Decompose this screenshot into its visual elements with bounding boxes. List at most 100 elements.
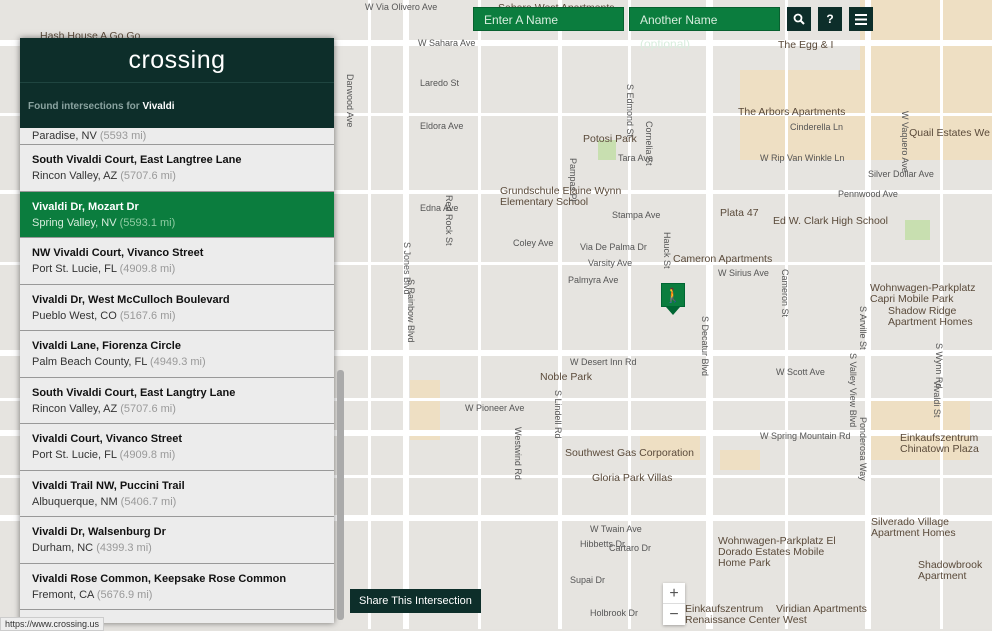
list-item[interactable]: Vivaldi Rose Common, Keepsake Rose Commo… <box>20 563 334 610</box>
map-street-label: S Lindell Rd <box>553 390 563 439</box>
map-label: Silverado Village Apartment Homes <box>871 516 956 539</box>
street <box>368 0 371 629</box>
map-label: Einkaufszentrum Chinatown Plaza <box>900 432 979 455</box>
map-label: Cinderella Ln <box>790 122 844 132</box>
second-name-input[interactable]: Another Name (optional) <box>629 7 780 51</box>
name-input[interactable]: Enter A Name <box>473 7 624 31</box>
item-distance: (5406.7 mi) <box>120 495 177 508</box>
map-label: Noble Park <box>540 371 592 383</box>
list-item[interactable]: South Vivaldi Court, East Langtry Lane Ri… <box>20 377 334 424</box>
item-place-line: Fremont, CA (5676.9 mi) <box>32 589 322 601</box>
scrollbar[interactable] <box>337 370 344 620</box>
map-street-label: Hauck St <box>662 232 672 269</box>
item-distance: (4909.8 mi) <box>119 449 176 461</box>
item-title: Vivaldi Trail NW, Puccini Trail <box>32 479 185 492</box>
item-title: Vivaldi Dr, Mozart Dr <box>32 200 139 213</box>
walkers-icon: 🚶 <box>664 287 682 303</box>
item-place-line: Pueblo West, CO (5167.6 mi) <box>32 310 322 322</box>
search-button[interactable] <box>787 7 811 31</box>
menu-icon <box>855 13 867 25</box>
item-title: Vivaldi Rose Common, Keepsake Rose Commo… <box>32 572 287 585</box>
map-street-label: Cameron St <box>780 269 790 318</box>
item-place-line: Rincon Valley, AZ (5707.6 mi) <box>32 170 322 182</box>
map-label: W Sahara Ave <box>418 38 476 48</box>
list-item[interactable]: Vivaldi Lane, Fiorenza Circle Palm Beach … <box>20 331 334 378</box>
help-button[interactable]: ? <box>818 7 842 31</box>
item-place-line: Durham, NC (4399.3 mi) <box>32 542 322 554</box>
map-label: Cartaro Dr <box>609 543 652 553</box>
map-street-label: Ponderosa Way <box>858 417 868 481</box>
map-street-label: W Vaquero Ave <box>900 111 910 173</box>
map-label: Wohnwagen-Parkplatz El Dorado Estates Mo… <box>718 535 836 569</box>
map-street-label: S Decatur Blvd <box>700 316 710 377</box>
map-label: W Spring Mountain Rd <box>760 431 851 441</box>
list-item[interactable]: Vivaldi Trail NW, Puccini Trail Albuquerq… <box>20 470 334 517</box>
item-place: Albuquerque, NM <box>32 495 118 508</box>
map-label: The Egg & I <box>778 39 834 51</box>
map-label: Palmyra Ave <box>568 275 619 285</box>
list-item[interactable]: Vivaldi Court, Vivanco Street Port St. Lu… <box>20 424 334 471</box>
partial-place: Paradise, NV <box>32 130 97 142</box>
map-label: Varsity Ave <box>588 258 633 268</box>
item-place-line: Spring Valley, NV (5593.1 mi) <box>32 217 322 229</box>
item-place: Rincon Valley, AZ <box>32 170 118 182</box>
map-street-label: S Rainbow Blvd <box>406 279 416 343</box>
map-label: W Sirius Ave <box>718 268 769 278</box>
logo[interactable]: crossing <box>20 38 334 83</box>
map-label: Supai Dr <box>570 575 606 585</box>
item-place: Palm Beach County, FL <box>32 356 147 368</box>
partial-distance: (5593 mi) <box>99 130 147 142</box>
results-list: South Vivaldi Court, East Langtree Lane R… <box>20 145 334 610</box>
item-distance: (5707.6 mi) <box>120 402 176 415</box>
map-street-label: S Arville St <box>858 306 868 350</box>
map-label: Stampa Ave <box>612 210 661 220</box>
map-label: Cameron Apartments <box>673 253 773 265</box>
map-street-label: Pampas Pl <box>568 158 578 202</box>
menu-button[interactable] <box>849 7 873 31</box>
list-item-partial[interactable]: Paradise, NV (5593 mi) <box>20 128 334 145</box>
item-place: Fremont, CA <box>32 588 94 601</box>
share-intersection-button[interactable]: Share This Intersection <box>350 589 481 613</box>
zoom-out-button[interactable]: − <box>663 604 685 625</box>
item-title: Vivaldi Dr, West McCulloch Boulevard <box>32 293 230 306</box>
zoom-in-button[interactable]: + <box>663 583 685 604</box>
map-label: W Desert Inn Rd <box>570 357 637 367</box>
item-place-line: Albuquerque, NM (5406.7 mi) <box>32 496 322 508</box>
zoom-control: + − <box>663 583 685 625</box>
map-label: Einkaufszentrum Renaissance Center West <box>685 603 807 626</box>
street <box>478 0 481 629</box>
item-distance: (5707.6 mi) <box>120 170 176 182</box>
item-distance: (5676.9 mi) <box>96 588 153 601</box>
street <box>706 0 713 629</box>
map-label: Ed W. Clark High School <box>773 215 888 227</box>
item-distance: (5167.6 mi) <box>119 309 176 322</box>
list-item[interactable]: South Vivaldi Court, East Langtree Lane R… <box>20 145 334 192</box>
item-title: Vivaldi Lane, Fiorenza Circle <box>32 340 181 352</box>
list-item[interactable]: Vivaldi Dr, West McCulloch Boulevard Pueb… <box>20 284 334 331</box>
map-label: Shadowbrook Apartment <box>918 559 983 582</box>
list-item[interactable]: Vivaldi Dr, Mozart Dr Spring Valley, NV (… <box>20 191 334 238</box>
results-query: Vivaldi <box>142 101 175 112</box>
map-label: Southwest Gas Corporation <box>565 447 694 459</box>
map-label: Quail Estates We <box>909 127 990 139</box>
map-street-label: Darwood Ave <box>345 74 355 128</box>
map-street-label: S Valley View Blvd <box>848 353 858 428</box>
item-distance: (4399.3 mi) <box>96 542 152 554</box>
map-label: Holbrook Dr <box>590 608 639 618</box>
item-place: Spring Valley, NV <box>32 216 117 229</box>
map-label: Laredo St <box>420 78 460 88</box>
intersection-marker[interactable]: 🚶 <box>661 283 685 315</box>
item-distance: (5593.1 mi) <box>119 216 176 229</box>
map-label: Via De Palma Dr <box>580 242 647 252</box>
search-icon <box>793 13 805 25</box>
item-place: Durham, NC <box>32 542 94 554</box>
item-place-line: Palm Beach County, FL (4949.3 mi) <box>32 356 322 368</box>
map-label: W Via Olivero Ave <box>365 2 438 12</box>
map-label: Eldora Ave <box>420 121 464 131</box>
map-street-label: Westwind Rd <box>513 427 523 480</box>
map-label: Coley Ave <box>513 238 554 248</box>
list-item[interactable]: NW Vivaldi Court, Vivanco Street Port St.… <box>20 238 334 285</box>
results-heading-prefix: Found intersections for <box>28 101 140 112</box>
list-item[interactable]: Vivaldi Dr, Walsenburg Dr Durham, NC (439… <box>20 517 334 564</box>
results-heading: Found intersections for Vivaldi <box>20 83 334 112</box>
